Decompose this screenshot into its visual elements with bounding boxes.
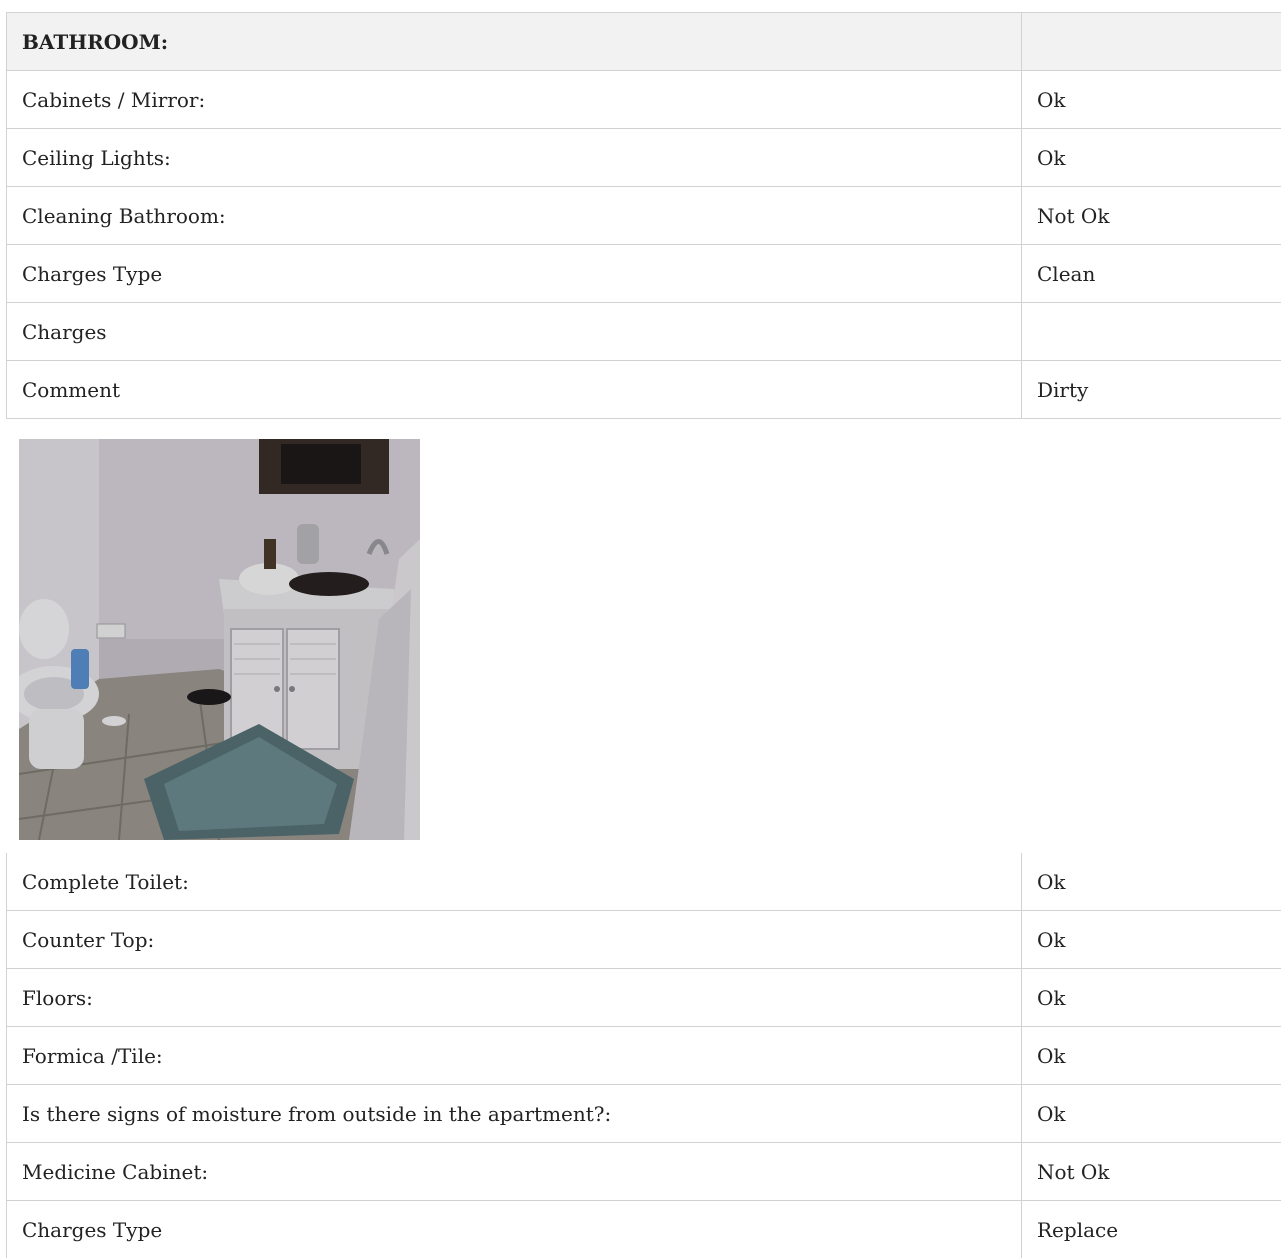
- bathroom-photo[interactable]: [19, 439, 420, 840]
- table-row: Complete Toilet: Ok: [7, 853, 1281, 911]
- table-row: Ceiling Lights: Ok: [7, 129, 1281, 187]
- item-label: Complete Toilet:: [7, 853, 1022, 911]
- item-label: Formica /Tile:: [7, 1027, 1022, 1085]
- section-title: BATHROOM:: [7, 13, 1022, 71]
- item-label: Is there signs of moisture from outside …: [7, 1085, 1022, 1143]
- table-row: Comment Dirty: [7, 361, 1281, 419]
- table-row: Floors: Ok: [7, 969, 1281, 1027]
- item-label: Medicine Cabinet:: [7, 1143, 1022, 1201]
- item-label: Charges Type: [7, 245, 1022, 303]
- item-value: Ok: [1022, 1027, 1281, 1085]
- item-value: Clean: [1022, 245, 1281, 303]
- item-label: Counter Top:: [7, 911, 1022, 969]
- section-header-row: BATHROOM:: [7, 13, 1281, 71]
- table-row: Charges Type Clean: [7, 245, 1281, 303]
- item-label: Charges: [7, 303, 1022, 361]
- section-header-value: [1022, 13, 1281, 71]
- item-value: Ok: [1022, 1085, 1281, 1143]
- item-label: Charges Type: [7, 1201, 1022, 1258]
- table-row: Formica /Tile: Ok: [7, 1027, 1281, 1085]
- item-label: Ceiling Lights:: [7, 129, 1022, 187]
- item-value: [1022, 303, 1281, 361]
- item-label: Cleaning Bathroom:: [7, 187, 1022, 245]
- table-row: Medicine Cabinet: Not Ok: [7, 1143, 1281, 1201]
- item-value: Replace: [1022, 1201, 1281, 1258]
- item-label: Comment: [7, 361, 1022, 419]
- table-row: Cleaning Bathroom: Not Ok: [7, 187, 1281, 245]
- bathroom-inspection-table-continued: Complete Toilet: Ok Counter Top: Ok Floo…: [6, 853, 1281, 1258]
- item-value: Dirty: [1022, 361, 1281, 419]
- table-row: Cabinets / Mirror: Ok: [7, 71, 1281, 129]
- item-value: Ok: [1022, 853, 1281, 911]
- table-row: Charges Type Replace: [7, 1201, 1281, 1258]
- item-value: Ok: [1022, 911, 1281, 969]
- item-label: Floors:: [7, 969, 1022, 1027]
- table-row: Is there signs of moisture from outside …: [7, 1085, 1281, 1143]
- item-label: Cabinets / Mirror:: [7, 71, 1022, 129]
- item-value: Ok: [1022, 71, 1281, 129]
- item-value: Not Ok: [1022, 187, 1281, 245]
- item-value: Ok: [1022, 969, 1281, 1027]
- item-value: Not Ok: [1022, 1143, 1281, 1201]
- bathroom-inspection-table: BATHROOM: Cabinets / Mirror: Ok Ceiling …: [6, 12, 1281, 419]
- item-value: Ok: [1022, 129, 1281, 187]
- table-row: Charges: [7, 303, 1281, 361]
- table-row: Counter Top: Ok: [7, 911, 1281, 969]
